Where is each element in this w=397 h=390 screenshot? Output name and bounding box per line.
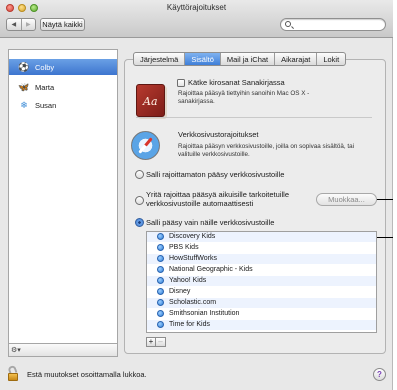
list-item[interactable]: Smithsonian Institution: [147, 309, 376, 319]
hide-profanity-label: Kätke kirosanat Sanakirjassa: [188, 78, 285, 87]
list-item[interactable]: Time for Kids: [147, 320, 376, 330]
list-item[interactable]: Discovery Kids: [147, 232, 376, 242]
gear-icon: ⚙▾: [11, 347, 21, 354]
help-button[interactable]: ?: [373, 368, 386, 381]
user-item-marta[interactable]: 🦋 Marta: [9, 79, 117, 95]
user-name: Marta: [35, 82, 55, 92]
allowed-sites-list: Discovery Kids PBS Kids HowStuffWorks Na…: [146, 231, 377, 333]
user-name: Susan: [35, 100, 57, 110]
list-item[interactable]: National Geographic - Kids: [147, 265, 376, 275]
globe-icon: [157, 233, 164, 241]
add-remove-controls: + –: [146, 337, 166, 347]
user-list: ⚽ Colby 🦋 Marta ❄ Susan: [8, 49, 118, 356]
forward-button[interactable]: ▶: [20, 19, 36, 30]
search-field[interactable]: [280, 18, 386, 31]
globe-icon: [157, 299, 164, 307]
user-list-footer: ⚙▾: [8, 343, 118, 357]
tab-bar: Järjestelmä Sisältö Mail ja iChat Aikara…: [133, 52, 347, 66]
remove-site-button[interactable]: –: [156, 337, 166, 347]
list-item[interactable]: HowStuffWorks: [147, 254, 376, 264]
lock-hint-text: Estä muutokset osoittamalla lukkoa.: [27, 370, 147, 379]
parental-controls-window: Käyttörajoitukset ◀ ▶ Näytä kaikki ⚽ Col…: [0, 0, 393, 390]
globe-icon: [157, 277, 164, 285]
tab-time-limits[interactable]: Aikarajat: [274, 53, 316, 65]
radio-auto-limit-adult-label: Yritä rajoittaa pääsyä aikuisille tarkoi…: [146, 190, 289, 208]
globe-icon: [157, 255, 164, 263]
list-item[interactable]: Scholastic.com: [147, 298, 376, 308]
gear-menu-button[interactable]: ⚙▾: [11, 345, 27, 355]
search-icon: [285, 21, 291, 27]
butterfly-icon: 🦋: [18, 81, 30, 92]
tab-system[interactable]: Järjestelmä: [134, 53, 184, 65]
globe-icon: [157, 288, 164, 296]
dictionary-description: Rajoittaa pääsyä tiettyihin sanoihin Mac…: [178, 90, 310, 105]
tab-logs[interactable]: Lokit: [316, 53, 345, 65]
radio-auto-limit-adult[interactable]: [135, 196, 144, 205]
snowflake-icon: ❄: [20, 99, 28, 110]
hide-profanity-checkbox[interactable]: [177, 79, 185, 87]
callout-line: [377, 199, 393, 200]
section-divider: [136, 117, 372, 118]
user-item-susan[interactable]: ❄ Susan: [9, 97, 117, 113]
radio-unrestricted[interactable]: [135, 170, 144, 179]
globe-icon: [157, 310, 164, 318]
list-item[interactable]: Disney: [147, 287, 376, 297]
radio-allow-only-these[interactable]: [135, 218, 144, 227]
window-title: Käyttörajoitukset: [166, 3, 227, 12]
website-restrictions-title: Verkkosivustorajoitukset: [178, 130, 259, 139]
radio-unrestricted-label: Salli rajoittamaton pääsy verkkosivustoi…: [146, 170, 285, 179]
customize-button[interactable]: Muokkaa...: [316, 193, 377, 206]
back-button[interactable]: ◀: [7, 19, 21, 30]
back-forward-control: ◀ ▶: [6, 18, 36, 31]
lock-icon[interactable]: [7, 364, 20, 381]
list-item[interactable]: PBS Kids: [147, 243, 376, 253]
tab-content[interactable]: Sisältö: [184, 53, 220, 65]
globe-icon: [157, 266, 164, 274]
dictionary-icon: Aa: [136, 84, 165, 117]
title-bar: Käyttörajoitukset ◀ ▶ Näytä kaikki: [0, 0, 393, 38]
callout-line: [377, 237, 393, 238]
add-site-button[interactable]: +: [146, 337, 156, 347]
globe-icon: [157, 321, 164, 329]
safari-compass-icon: [131, 131, 160, 160]
tab-mail-ichat[interactable]: Mail ja iChat: [219, 53, 274, 65]
website-restrictions-description: Rajoittaa pääsyn verkkosivustoille, joil…: [178, 143, 355, 158]
show-all-button[interactable]: Näytä kaikki: [40, 18, 85, 31]
user-item-colby[interactable]: ⚽ Colby: [9, 59, 117, 75]
globe-icon: [157, 244, 164, 252]
list-item[interactable]: Yahoo! Kids: [147, 276, 376, 286]
radio-allow-only-these-label: Salli pääsy vain näille verkkosivustoill…: [146, 218, 275, 227]
user-name: Colby: [35, 62, 55, 72]
soccer-ball-icon: ⚽: [18, 61, 30, 72]
